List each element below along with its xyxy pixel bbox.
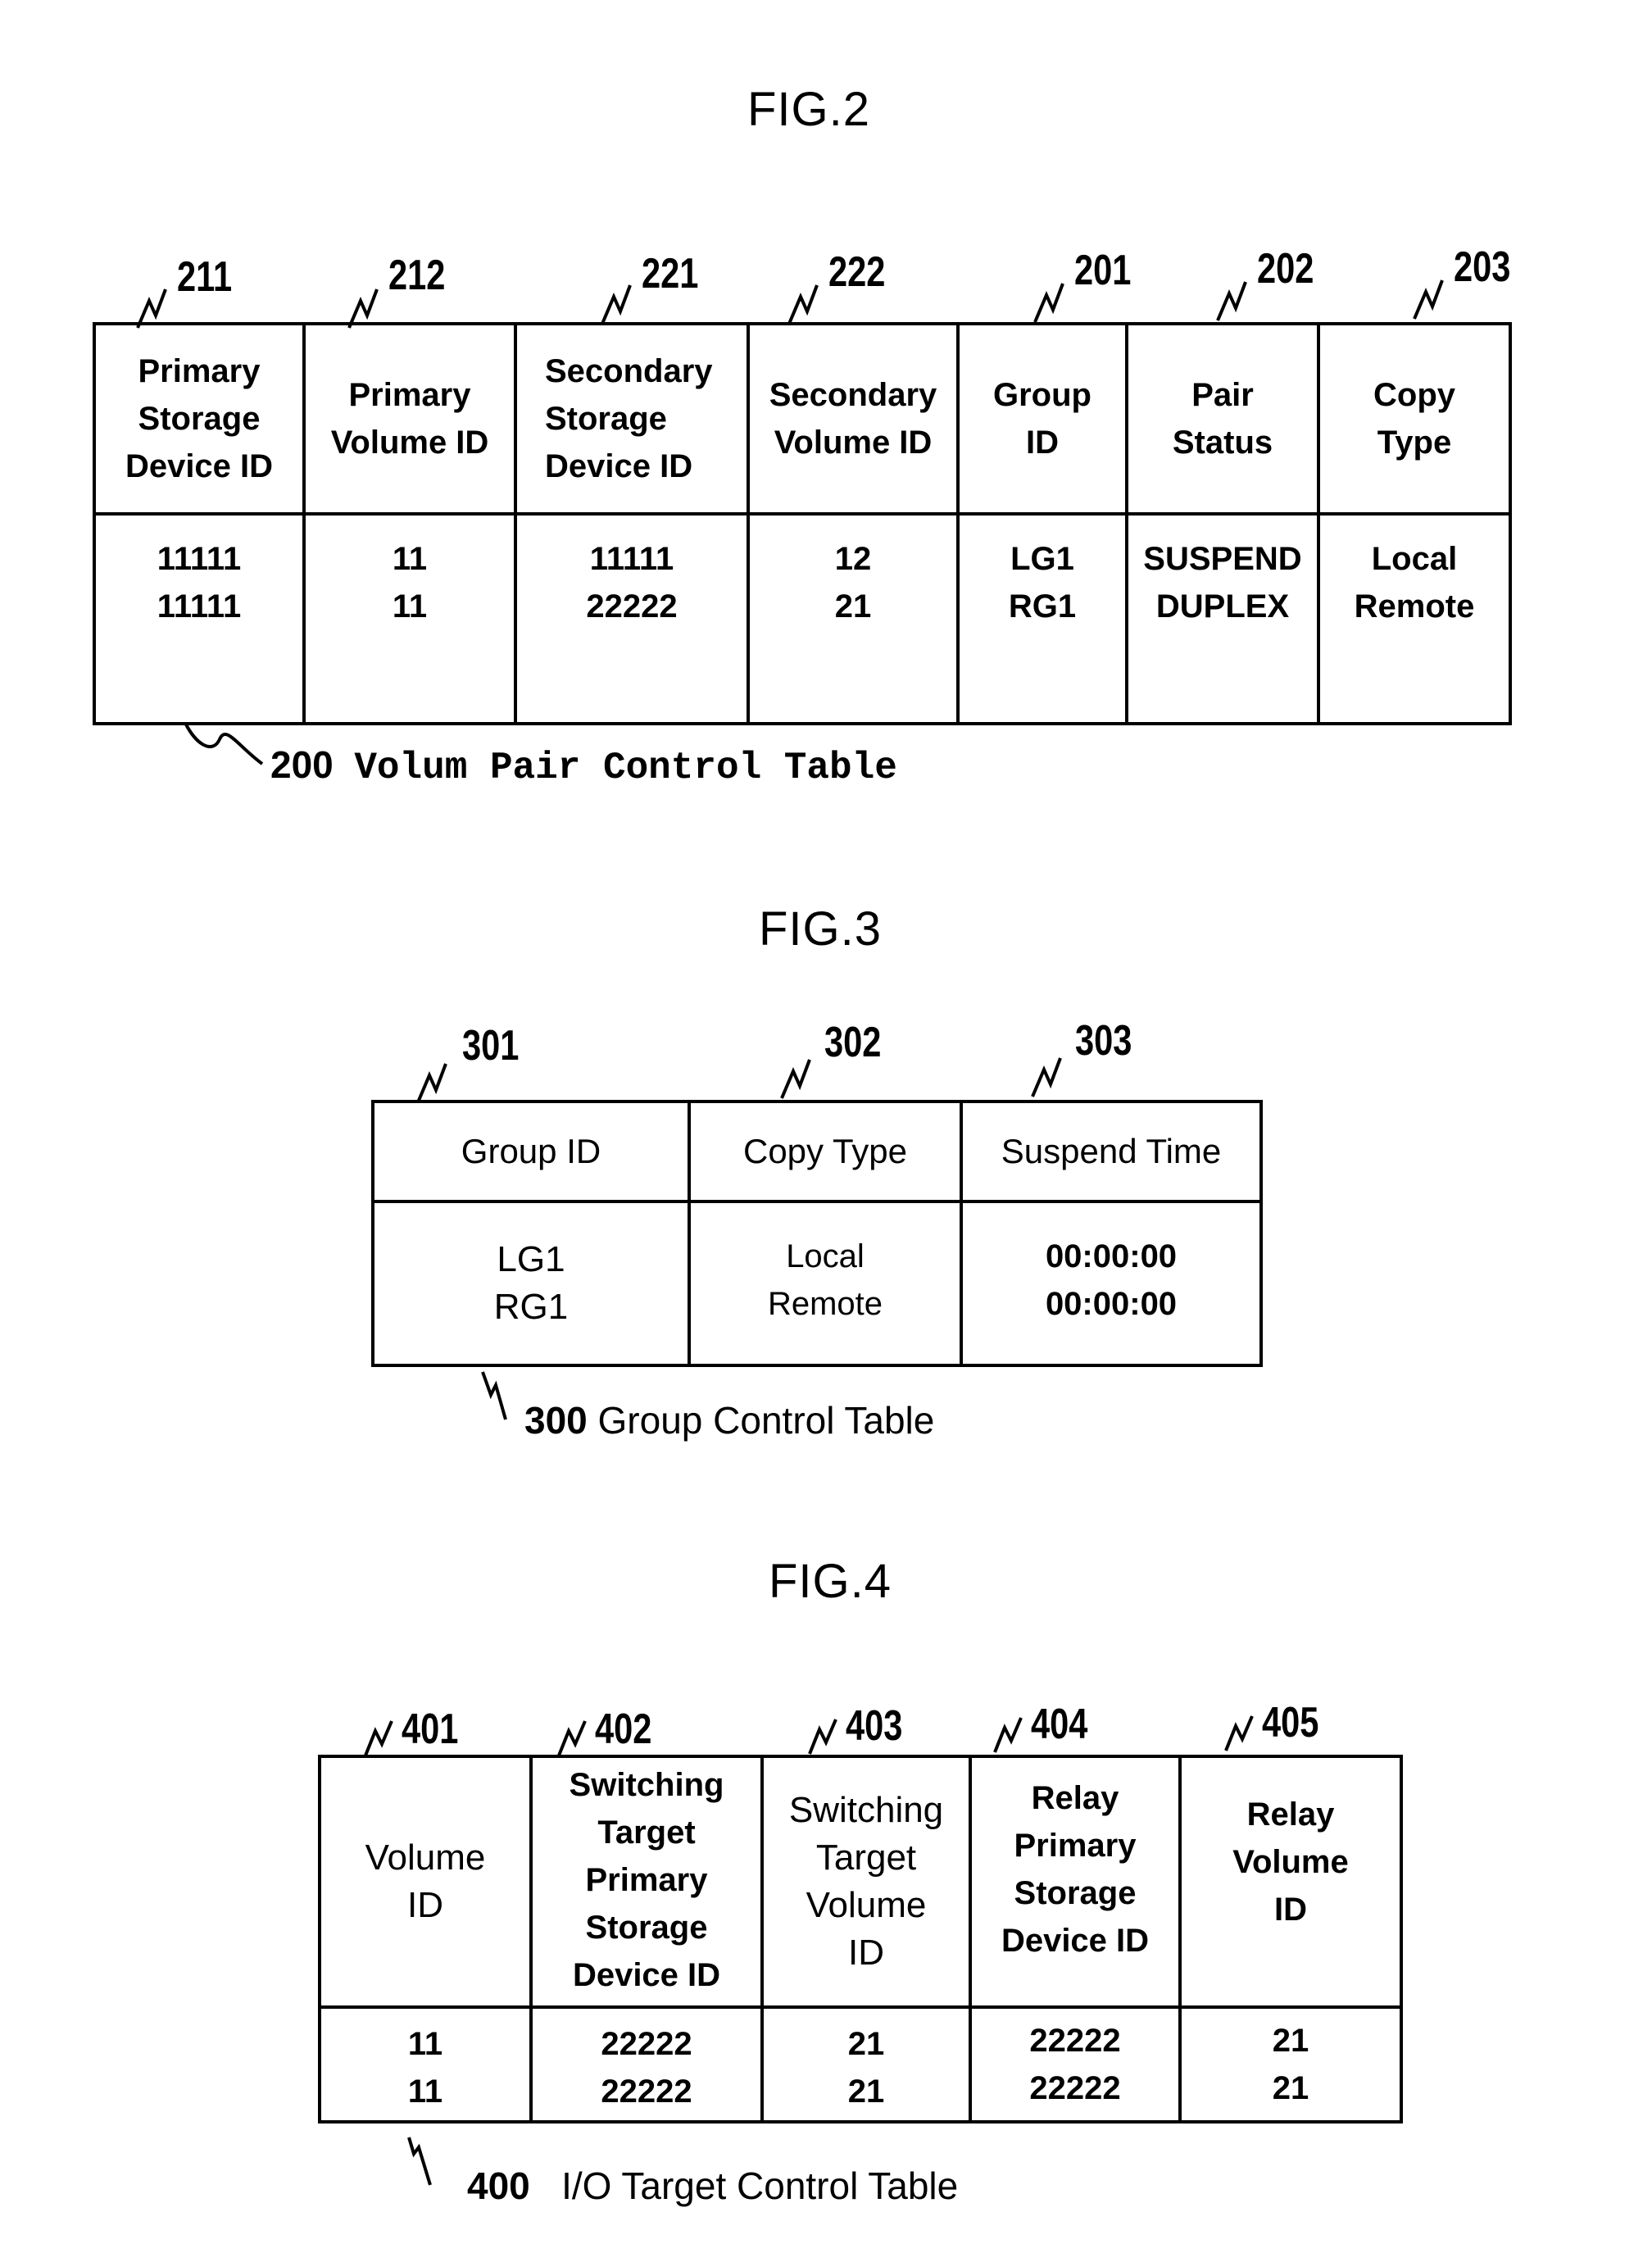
cell-volume-id: 11 11 — [318, 2005, 533, 2123]
cell-group-id: LG1 RG1 — [371, 1200, 691, 1367]
header-secondary-storage-device-id: Secondary Storage Device ID — [514, 322, 750, 516]
ref-401: 401 — [402, 1706, 459, 1753]
figure-2-title: FIG.2 — [747, 83, 871, 136]
header-primary-storage-device-id: Primary Storage Device ID — [93, 322, 306, 516]
ref-201: 201 — [1074, 247, 1132, 294]
cell-group-id: LG1 RG1 — [956, 512, 1128, 725]
ref-404: 404 — [1031, 1701, 1088, 1748]
caption-number: 300 — [524, 1399, 588, 1442]
figure-3-caption: 300 Group Control Table — [524, 1398, 934, 1442]
header-relay-volume-id: Relay Volume ID — [1178, 1755, 1403, 2009]
cell-primary-volume-id: 11 11 — [302, 512, 517, 725]
cell-pair-status: SUSPEND DUPLEX — [1125, 512, 1320, 725]
header-switching-target-volume-id: Switching Target Volume ID — [760, 1755, 972, 2009]
header-copy-type: Copy Type — [688, 1100, 963, 1203]
caption-number: 400 — [467, 2164, 530, 2207]
header-group-id: Group ID — [371, 1100, 691, 1203]
cell-secondary-volume-id: 12 21 — [747, 512, 960, 725]
table-header-row: Volume ID Switching Target Primary Stora… — [318, 1755, 1403, 2009]
ref-203: 203 — [1454, 243, 1511, 291]
ref-303: 303 — [1075, 1017, 1132, 1065]
caption-text: I/O Target Control Table — [561, 2164, 959, 2207]
header-relay-primary-storage-device-id: Relay Primary Storage Device ID — [969, 1755, 1182, 2009]
ref-222: 222 — [828, 248, 886, 296]
header-suspend-time: Suspend Time — [960, 1100, 1263, 1203]
ref-202: 202 — [1257, 245, 1314, 293]
cell-switching-target-volume-id: 21 21 — [760, 2005, 972, 2123]
cell-primary-storage-device-id: 11111 11111 — [93, 512, 306, 725]
header-secondary-volume-id: Secondary Volume ID — [747, 322, 960, 516]
table-row: 11111 11111 11 11 11111 22222 12 21 LG1 … — [93, 512, 1512, 725]
cell-switching-target-primary-storage-device-id: 22222 22222 — [529, 2005, 764, 2123]
caption-number: 200 — [270, 743, 334, 786]
ref-302: 302 — [824, 1019, 882, 1066]
volume-pair-control-table: Primary Storage Device ID Primary Volume… — [93, 322, 1512, 725]
io-target-control-table: Volume ID Switching Target Primary Stora… — [318, 1755, 1403, 2123]
table-row: 11 11 22222 22222 21 21 22222 22222 21 2… — [318, 2005, 1403, 2123]
header-primary-volume-id: Primary Volume ID — [302, 322, 517, 516]
table-row: LG1 RG1 Local Remote 00:00:00 00:00:00 — [371, 1200, 1263, 1367]
figure-3-title: FIG.3 — [759, 902, 883, 956]
cell-secondary-storage-device-id: 11111 22222 — [514, 512, 750, 725]
figure-4-caption: 400 I/O Target Control Table — [467, 2164, 958, 2208]
cell-suspend-time: 00:00:00 00:00:00 — [960, 1200, 1263, 1367]
header-group-id: Group ID — [956, 322, 1128, 516]
ref-403: 403 — [846, 1702, 903, 1750]
header-volume-id: Volume ID — [318, 1755, 533, 2009]
caption-text: Group Control Table — [597, 1399, 935, 1442]
ref-211: 211 — [177, 253, 233, 301]
table-header-row: Primary Storage Device ID Primary Volume… — [93, 322, 1512, 516]
group-control-table: Group ID Copy Type Suspend Time LG1 RG1 … — [371, 1100, 1263, 1367]
header-copy-type: Copy Type — [1317, 322, 1512, 516]
cell-copy-type: Local Remote — [1317, 512, 1512, 725]
ref-212: 212 — [388, 252, 446, 299]
header-switching-target-primary-storage-device-id: Switching Target Primary Storage Device … — [529, 1755, 764, 2009]
header-pair-status: Pair Status — [1125, 322, 1320, 516]
ref-221: 221 — [642, 250, 699, 298]
figure-2-caption: 200 Volum Pair Control Table — [270, 743, 897, 789]
caption-leader-squiggle-icon — [407, 2137, 432, 2186]
ref-402: 402 — [595, 1706, 652, 1753]
caption-leader-squiggle-icon — [184, 722, 264, 765]
caption-text: Volum Pair Control Table — [354, 747, 897, 789]
cell-relay-volume-id: 21 21 — [1178, 2005, 1403, 2123]
cell-copy-type: Local Remote — [688, 1200, 963, 1367]
ref-301: 301 — [462, 1022, 520, 1070]
caption-leader-squiggle-icon — [481, 1371, 507, 1420]
figure-4-title: FIG.4 — [769, 1555, 892, 1608]
table-header-row: Group ID Copy Type Suspend Time — [371, 1100, 1263, 1203]
ref-405: 405 — [1262, 1699, 1319, 1746]
leader-squiggle-icon — [416, 1063, 447, 1103]
cell-relay-primary-storage-device-id: 22222 22222 — [969, 2005, 1182, 2123]
